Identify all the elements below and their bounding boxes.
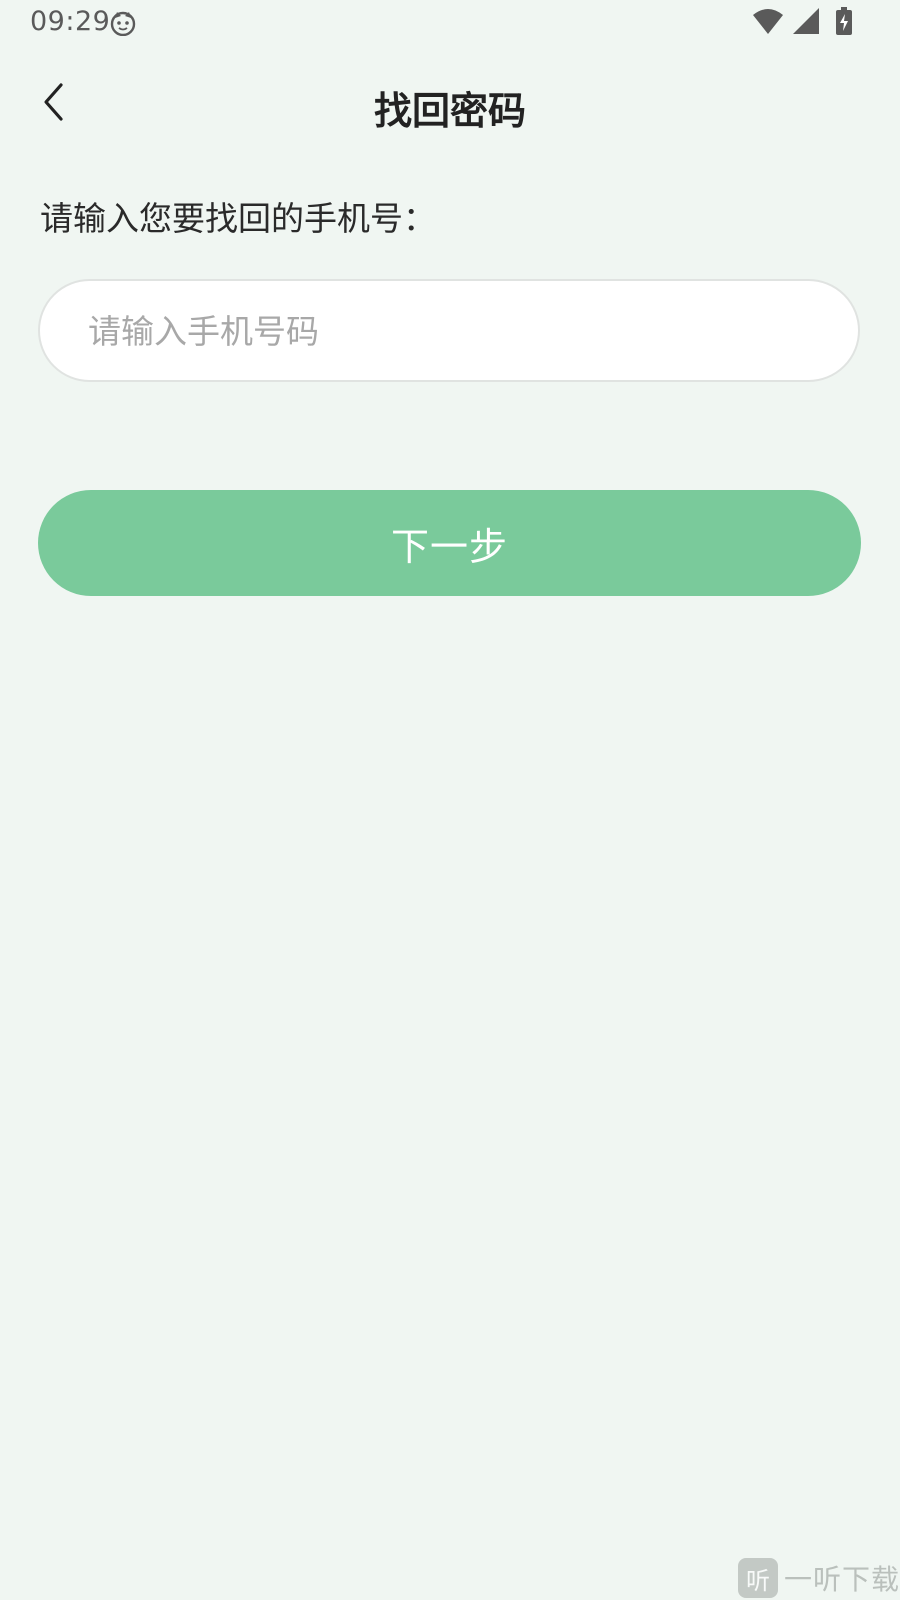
status-bar: 09:29 [0,0,900,46]
phone-prompt-label: 请输入您要找回的手机号： [40,199,436,238]
cellular-signal-icon [792,7,820,39]
phone-input-container [38,279,860,382]
next-step-button[interactable]: 下一步 [38,490,861,596]
phone-number-input[interactable] [86,281,830,382]
watermark-logo: 听 [737,1558,778,1598]
watermark-text: 一听下载 [783,1563,900,1596]
find-password-screen: 09:29 找回密码 请输入您要找回的手机号： 请输入手机号码 下一步 听 一听… [0,0,900,1600]
header: 找回密码 [0,60,900,150]
page-title: 找回密码 [373,89,526,133]
cat-face-icon [110,10,136,37]
watermark: 听 一听下载 [737,1558,900,1598]
status-time: 09:29 [30,6,111,37]
battery-charging-icon [836,7,852,39]
wifi-icon [752,7,784,39]
status-icons [752,7,852,39]
